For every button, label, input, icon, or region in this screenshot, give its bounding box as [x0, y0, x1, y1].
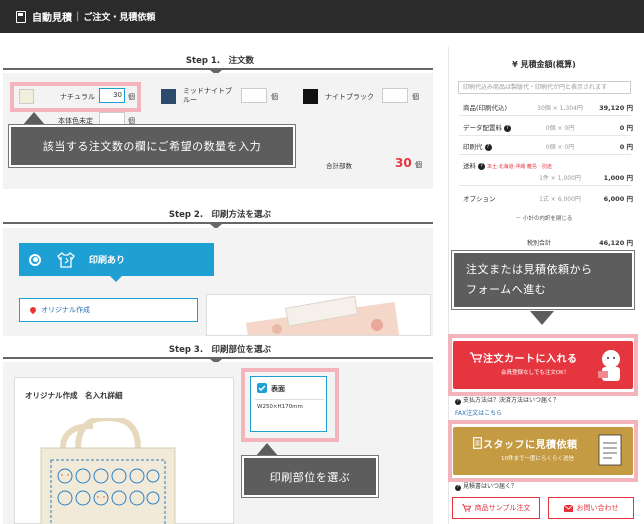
help-icon[interactable]: ?	[484, 143, 492, 151]
estimate-subtotal: 税別合計 46,120 円	[526, 239, 633, 247]
estimate-row-print: 印刷代? 0個 × 0円 0 円	[463, 143, 633, 151]
step1-divider	[3, 68, 433, 75]
color-label-night-black: ナイトブラック	[325, 93, 374, 101]
estimate-row-product: 商品(印刷代込) 30個 × 1,304円 39,120 円	[463, 104, 633, 112]
link-fax-order[interactable]: FAX注文はこちら	[455, 408, 502, 417]
option-original-create[interactable]: オリジナル作成	[19, 298, 198, 322]
cart-icon	[461, 504, 471, 512]
map-pin-icon	[28, 305, 38, 315]
tab-print-yes-label: 印刷あり	[89, 256, 126, 266]
estimate-divider	[459, 135, 631, 136]
bag-print-illustration	[246, 295, 401, 335]
qty-unit-night-black: 個	[412, 93, 419, 101]
estimate-divider	[459, 154, 631, 155]
qty-input-night-black[interactable]	[382, 88, 408, 103]
shipping-note: 本土·北海道·沖縄·離島 別途	[487, 164, 552, 170]
swatch-midnight-blue[interactable]	[161, 89, 176, 104]
estimate-title: ¥ 見積金額(概算)	[512, 60, 576, 69]
print-detail-card: オリジナル作成 名入れ詳細	[14, 377, 234, 524]
print-detail-title: オリジナル作成 名入れ詳細	[25, 391, 123, 400]
app-header: 自動見積 | ご注文・見積依頼	[0, 0, 644, 33]
mail-icon	[563, 504, 573, 512]
radio-selected-icon	[29, 253, 41, 266]
callout-form: 注文または見積依頼から フォームへ進む	[451, 250, 635, 310]
callout-arrow	[22, 112, 46, 126]
help-icon: ?	[455, 399, 461, 405]
tab-print-yes[interactable]: 印刷あり	[19, 243, 214, 276]
header-separator: |	[76, 11, 80, 22]
color-label-midnight-blue: ミッドナイトブ ルー	[183, 87, 232, 104]
print-shirt-icon	[57, 251, 75, 268]
swatch-night-black[interactable]	[303, 89, 318, 104]
tote-bag-illustration	[40, 418, 176, 524]
qty-unit-midnight-blue: 個	[271, 93, 278, 101]
estimate-divider	[459, 185, 631, 186]
step2-title: Step 2. 印刷方法を選ぶ	[168, 210, 272, 220]
estimate-row-data: データ配置料? 0個 × 0円 0 円	[463, 124, 633, 132]
calculator-icon	[16, 10, 26, 23]
total-label: 合計部数	[326, 162, 352, 170]
help-icon: ?	[455, 485, 461, 491]
step3-panel: オリジナル作成 名入れ詳細	[3, 362, 433, 524]
print-method-preview	[206, 294, 431, 336]
estimate-row-shipping: 送料? 本土·北海道·沖縄·離島 別途	[463, 162, 552, 170]
link-estimate-when[interactable]: ? 見積書はいつ届く？	[455, 481, 517, 491]
step1-title: Step 1. 注文数	[185, 56, 255, 66]
option-original-label: オリジナル作成	[41, 306, 90, 314]
highlight-cart-button	[448, 334, 638, 396]
highlight-qty-input	[10, 82, 141, 112]
header-title: 自動見積	[32, 13, 72, 24]
tab-pointer	[110, 276, 122, 282]
callout-print-part: 印刷部位を選ぶ	[241, 455, 379, 498]
header-subtitle: ご注文・見積依頼	[83, 13, 156, 23]
contact-button[interactable]: お問い合わせ	[548, 497, 634, 519]
help-icon[interactable]: ?	[478, 162, 485, 170]
qty-input-midnight-blue[interactable]	[241, 88, 267, 103]
link-payment[interactable]: ? 支払方法は？決済方法はいつ届く？	[455, 395, 559, 405]
sample-order-button[interactable]: 商品サンプル注文	[452, 497, 540, 519]
total-value: 30	[395, 156, 412, 170]
callout-arrow-form	[530, 311, 554, 325]
step2-divider	[3, 222, 433, 229]
breakdown-toggle[interactable]: － 小計の内訳を閉じる	[449, 214, 639, 222]
estimate-row-shipping-amount: 1件 × 1,000円 1,000 円	[539, 174, 633, 182]
step3-title: Step 3. 印刷部位を選ぶ	[168, 345, 272, 355]
step3-divider	[3, 357, 433, 364]
highlight-print-part	[241, 368, 339, 442]
estimate-divider	[459, 115, 631, 116]
callout-qty-instruction: 該当する注文数の欄にご希望の数量を入力	[8, 124, 296, 168]
highlight-estimate-button	[448, 420, 638, 482]
estimate-row-option: オプション 1式 × 6,000円 6,000 円	[463, 195, 633, 203]
callout-arrow-part	[255, 443, 279, 457]
help-icon[interactable]: ?	[504, 124, 511, 132]
estimate-note: 印刷代込み商品は製版代・印刷代が円と表示されます	[458, 81, 631, 94]
total-unit: 個	[415, 161, 422, 169]
